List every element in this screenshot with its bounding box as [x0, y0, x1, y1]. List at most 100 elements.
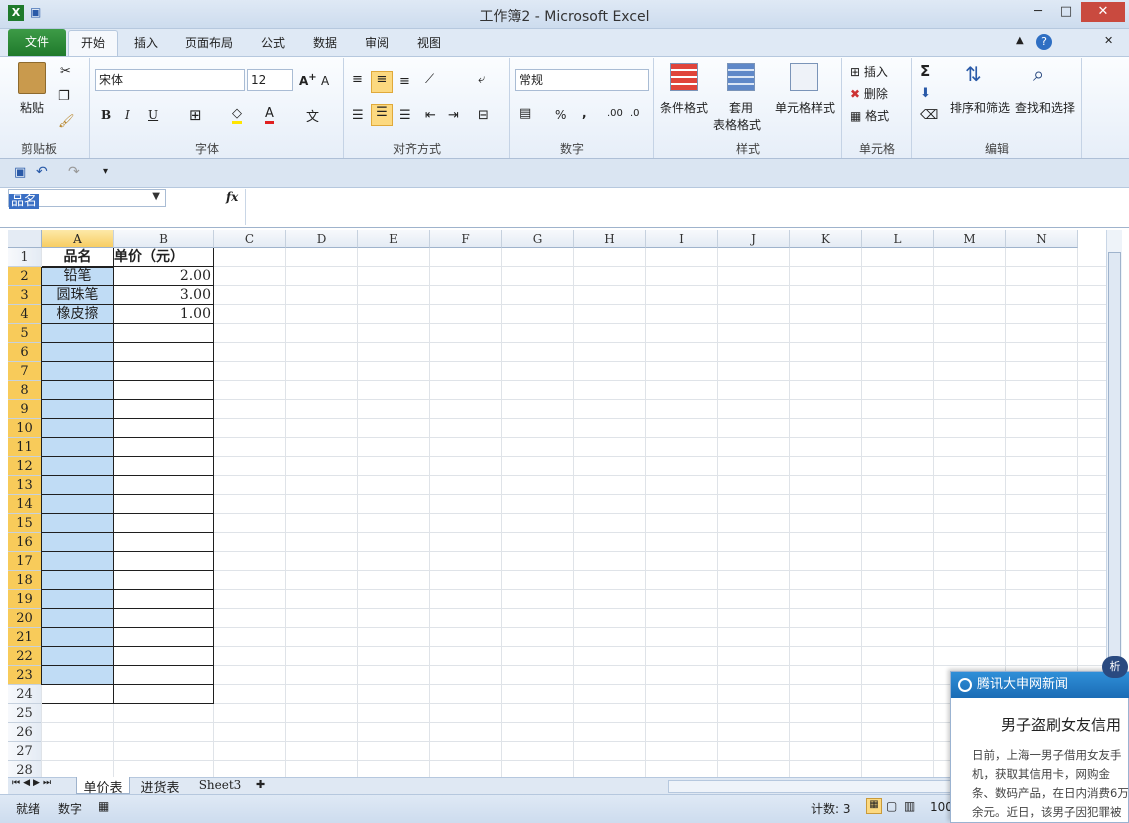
cell-b24[interactable] — [114, 685, 214, 704]
minimize-button[interactable]: ─ — [1025, 2, 1051, 22]
row-header-20[interactable]: 20 — [8, 609, 42, 628]
cell-b10[interactable] — [114, 419, 214, 438]
row-header-22[interactable]: 22 — [8, 647, 42, 666]
column-header-k[interactable]: K — [790, 230, 862, 248]
ribbon-minimize-icon[interactable]: ▲ — [1016, 35, 1024, 46]
fill-color-icon[interactable]: ◇ — [232, 106, 242, 124]
row-header-6[interactable]: 6 — [8, 343, 42, 362]
normal-view-icon[interactable]: ▦ — [866, 798, 882, 814]
increase-indent-icon[interactable]: ⇥ — [448, 108, 459, 123]
cell-b22[interactable] — [114, 647, 214, 666]
merge-center-icon[interactable]: ⊟ — [478, 108, 489, 123]
close-button[interactable]: ✕ — [1081, 2, 1125, 22]
column-header-b[interactable]: B — [114, 230, 214, 248]
cell-b19[interactable] — [114, 590, 214, 609]
cell-a6[interactable] — [42, 343, 114, 362]
cell-a13[interactable] — [42, 476, 114, 495]
row-header-17[interactable]: 17 — [8, 552, 42, 571]
align-top-icon[interactable]: ≡ — [352, 72, 363, 87]
cell-b2[interactable]: 2.00 — [114, 267, 214, 286]
column-header-f[interactable]: F — [430, 230, 502, 248]
column-header-d[interactable]: D — [286, 230, 358, 248]
cell-b8[interactable] — [114, 381, 214, 400]
align-right-icon[interactable]: ☰ — [399, 108, 411, 123]
align-center-icon[interactable]: ☰ — [371, 104, 393, 126]
sort-filter-button[interactable]: 排序和筛选 — [950, 99, 1010, 116]
cell-a4[interactable]: 橡皮擦 — [42, 305, 114, 324]
paste-button[interactable]: 粘贴 — [20, 99, 44, 116]
row-header-23[interactable]: 23 — [8, 666, 42, 685]
orientation-icon[interactable]: ⟋ — [425, 72, 434, 87]
sort-filter-icon[interactable]: ⇅ — [965, 62, 982, 86]
row-header-10[interactable]: 10 — [8, 419, 42, 438]
cell-b4[interactable]: 1.00 — [114, 305, 214, 324]
align-bottom-icon[interactable]: ≡ — [399, 74, 410, 89]
number-format-select[interactable]: 常规 — [515, 69, 649, 91]
cell-b11[interactable] — [114, 438, 214, 457]
cell-a16[interactable] — [42, 533, 114, 552]
fill-icon[interactable]: ⬇ — [920, 86, 931, 101]
tab-home[interactable]: 开始 — [68, 30, 118, 57]
formula-input[interactable] — [245, 189, 1105, 225]
name-box-dropdown-icon[interactable]: ▼ — [150, 191, 162, 202]
row-header-26[interactable]: 26 — [8, 723, 42, 742]
cell-b21[interactable] — [114, 628, 214, 647]
row-header-24[interactable]: 24 — [8, 685, 42, 704]
doc-close-icon[interactable]: ✕ — [1104, 34, 1113, 47]
autosum-button[interactable]: Σ — [920, 62, 930, 80]
row-header-19[interactable]: 19 — [8, 590, 42, 609]
cell-b9[interactable] — [114, 400, 214, 419]
macro-record-icon[interactable]: ▦ — [98, 799, 109, 813]
new-sheet-icon[interactable]: ✚ — [256, 778, 265, 791]
cell-b16[interactable] — [114, 533, 214, 552]
cell-a24[interactable] — [42, 685, 114, 704]
cell-a11[interactable] — [42, 438, 114, 457]
row-header-12[interactable]: 12 — [8, 457, 42, 476]
row-header-11[interactable]: 11 — [8, 438, 42, 457]
format-painter-icon[interactable]: 🖌 — [58, 114, 75, 129]
font-size-select[interactable]: 12 — [247, 69, 293, 91]
cell-a5[interactable] — [42, 324, 114, 343]
horizontal-scrollbar[interactable] — [668, 780, 954, 793]
tab-file[interactable]: 文件 — [8, 29, 66, 56]
cell-a12[interactable] — [42, 457, 114, 476]
name-box[interactable]: 品名 ▼ — [8, 189, 166, 209]
increase-decimal-icon[interactable]: .00 — [607, 108, 623, 119]
page-break-view-icon[interactable]: ▥ — [904, 799, 915, 813]
cell-a20[interactable] — [42, 609, 114, 628]
column-header-e[interactable]: E — [358, 230, 430, 248]
row-header-14[interactable]: 14 — [8, 495, 42, 514]
cell-b12[interactable] — [114, 457, 214, 476]
comma-button[interactable]: , — [582, 106, 587, 120]
cell-a23[interactable] — [42, 666, 114, 685]
column-header-n[interactable]: N — [1006, 230, 1078, 248]
find-select-button[interactable]: 查找和选择 — [1015, 99, 1075, 116]
table-format-button-line1[interactable]: 套用 — [729, 99, 753, 116]
row-header-8[interactable]: 8 — [8, 381, 42, 400]
phonetic-icon[interactable]: 文 — [306, 106, 319, 125]
qat-save-icon[interactable]: ▣ — [14, 165, 26, 180]
row-header-21[interactable]: 21 — [8, 628, 42, 647]
row-header-15[interactable]: 15 — [8, 514, 42, 533]
cell-styles-icon[interactable] — [790, 63, 818, 91]
tab-review[interactable]: 审阅 — [355, 33, 399, 56]
row-header-9[interactable]: 9 — [8, 400, 42, 419]
cell-b1[interactable]: 单价（元） — [114, 248, 214, 267]
row-header-7[interactable]: 7 — [8, 362, 42, 381]
tab-formulas[interactable]: 公式 — [251, 33, 295, 56]
cell-a1[interactable]: 品名 — [42, 248, 114, 267]
column-header-h[interactable]: H — [574, 230, 646, 248]
column-header-j[interactable]: J — [718, 230, 790, 248]
column-header-l[interactable]: L — [862, 230, 934, 248]
tab-data[interactable]: 数据 — [303, 33, 347, 56]
worksheet-grid[interactable]: ABCDEFGHIJKLMN 1 2 3 4 5 6 7 8 9 10 11 12 13 14 15 16 17… — [8, 230, 1106, 777]
decrease-decimal-icon[interactable]: .0 — [630, 108, 640, 119]
accounting-format-icon[interactable]: ▤ — [519, 106, 531, 121]
font-name-select[interactable]: 宋体 — [95, 69, 245, 91]
find-select-icon[interactable]: ⌕ — [1033, 62, 1044, 86]
fx-button[interactable]: fx — [226, 190, 238, 204]
decrease-indent-icon[interactable]: ⇤ — [425, 108, 436, 123]
conditional-format-icon[interactable] — [670, 63, 698, 91]
table-format-button-line2[interactable]: 表格格式 — [713, 116, 761, 133]
row-header-16[interactable]: 16 — [8, 533, 42, 552]
